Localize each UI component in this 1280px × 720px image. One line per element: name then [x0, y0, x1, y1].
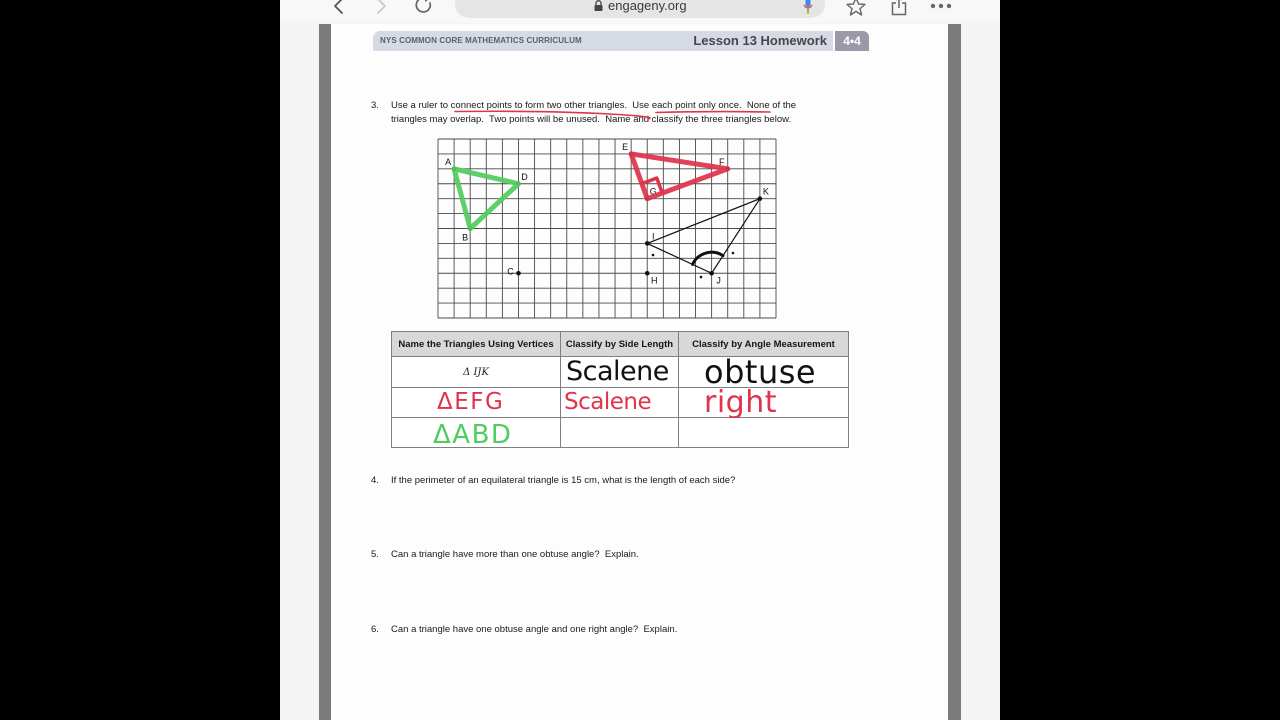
- question-3-number: 3.: [371, 100, 379, 111]
- triangle-ijk: [645, 197, 762, 275]
- handwritten-side-class: Scalene: [564, 389, 652, 415]
- handwritten-angle-class: obtuse: [704, 353, 817, 391]
- point-label-e: E: [622, 142, 628, 152]
- lesson-title: Lesson 13 Homework: [693, 33, 827, 48]
- cell-angle-classification[interactable]: obtuse: [678, 353, 849, 391]
- cell-side-classification[interactable]: [560, 417, 679, 448]
- lock-icon: [594, 0, 603, 11]
- question-4-text: If the perimeter of an equilateral trian…: [391, 475, 736, 486]
- cell-triangle-name[interactable]: ΔEFG: [391, 387, 561, 418]
- point-label-d: D: [521, 172, 528, 182]
- point-label-i: I: [652, 231, 655, 241]
- share-icon[interactable]: [889, 0, 909, 16]
- dot-grid: ABCDEFGHIJK: [437, 138, 777, 319]
- cell-side-classification[interactable]: Scalene: [560, 356, 679, 388]
- cell-angle-classification[interactable]: [678, 417, 849, 448]
- chevron-left-icon[interactable]: [331, 0, 347, 16]
- handwritten-angle-class: right: [704, 385, 777, 420]
- handwritten-side-class: Scalene: [566, 356, 669, 387]
- question-5-number: 5.: [371, 549, 379, 560]
- angle-tick-dot: [731, 251, 735, 255]
- curriculum-title: NYS COMMON CORE MATHEMATICS CURRICULUM: [380, 36, 582, 45]
- chevron-right-icon[interactable]: [373, 0, 389, 16]
- module-badge: 4•4: [835, 31, 869, 51]
- table-row: ΔEFG Scalene right: [391, 385, 849, 420]
- header-name-triangles: Name the Triangles Using Vertices: [391, 331, 561, 357]
- cell-side-classification[interactable]: Scalene: [560, 387, 679, 418]
- header-side-length: Classify by Side Length: [560, 331, 679, 357]
- table-row: ΔABD: [391, 417, 849, 450]
- left-page-border: [319, 24, 331, 720]
- question-3-line-2: triangles may overlap. Two points will b…: [391, 114, 792, 125]
- cell-triangle-name[interactable]: Δ IJK: [391, 356, 561, 388]
- angle-tick-dot: [699, 275, 703, 279]
- table-row: Δ IJK Scalene obtuse: [391, 353, 849, 391]
- star-icon[interactable]: [845, 0, 867, 16]
- question-6-text: Can a triangle have one obtuse angle and…: [391, 624, 678, 635]
- url-text[interactable]: engageny.org: [608, 0, 687, 14]
- angle-tick-dot: [651, 253, 655, 257]
- cell-triangle-name[interactable]: ΔABD: [391, 417, 561, 450]
- reload-icon[interactable]: [414, 0, 434, 15]
- handwritten-triangle-name: ΔABD: [433, 420, 513, 450]
- question-4-number: 4.: [371, 475, 379, 486]
- question-5-text: Can a triangle have more than one obtuse…: [391, 549, 639, 560]
- point-label-k: K: [763, 187, 769, 197]
- triangle-classification-table: Name the Triangles Using Vertices Classi…: [391, 331, 849, 448]
- ellipsis-icon[interactable]: [929, 2, 953, 10]
- point-k: [757, 196, 763, 201]
- right-page-border: [948, 24, 961, 720]
- point-c: [516, 270, 521, 276]
- point-label-c: C: [507, 266, 514, 276]
- microphone-icon[interactable]: [803, 0, 813, 16]
- cell-angle-classification[interactable]: right: [678, 385, 849, 420]
- triangle-name-ijk: Δ IJK: [463, 366, 489, 378]
- point-label-b: B: [462, 233, 468, 243]
- point-j: [709, 270, 714, 276]
- point-label-j: J: [716, 275, 721, 285]
- point-i: [644, 241, 650, 246]
- point-label-a: A: [445, 157, 451, 167]
- point-label-h: H: [651, 275, 658, 285]
- handwritten-triangle-name: ΔEFG: [437, 389, 505, 415]
- question-6-number: 6.: [371, 624, 379, 635]
- point-h: [644, 270, 650, 276]
- question-3-line-1: Use a ruler to connect points to form tw…: [391, 100, 797, 111]
